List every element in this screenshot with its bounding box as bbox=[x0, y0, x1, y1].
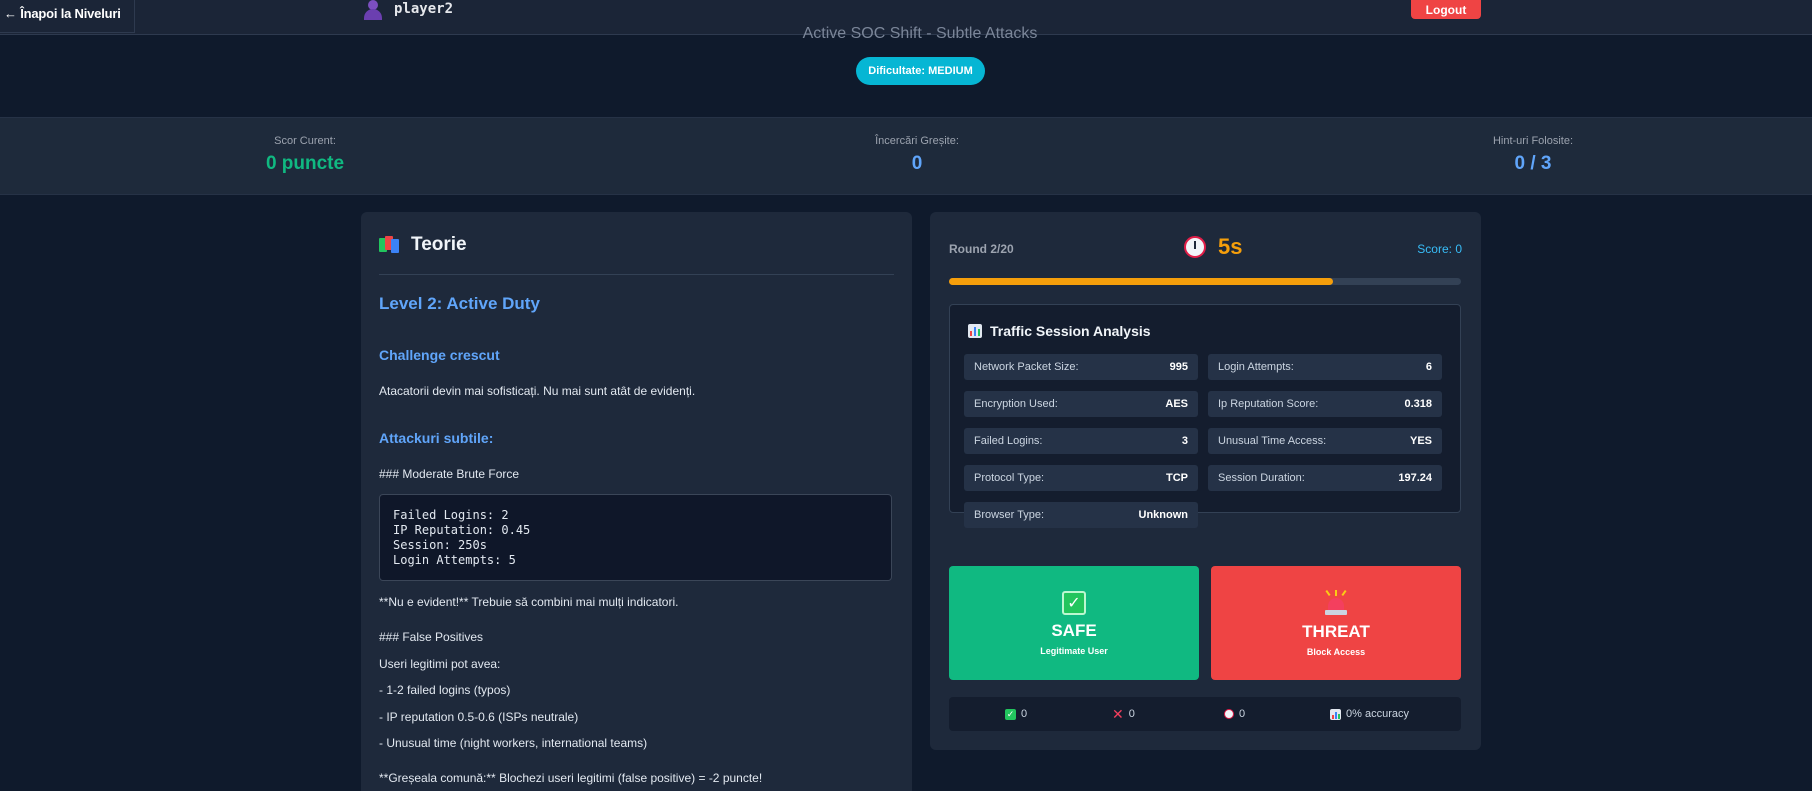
metric-unusual-time: Unusual Time Access: YES bbox=[1208, 428, 1442, 454]
metric-value: 995 bbox=[1169, 361, 1188, 373]
metric-key: Protocol Type: bbox=[974, 472, 1045, 484]
accuracy: 0% accuracy bbox=[1330, 708, 1409, 720]
stat-wrong-label: Încercări Greșite: bbox=[875, 135, 959, 147]
code-example: Failed Logins: 2 IP Reputation: 0.45 Ses… bbox=[379, 494, 892, 581]
safe-button[interactable]: ✓ SAFE Legitimate User bbox=[949, 566, 1199, 680]
stat-score-label: Scor Curent: bbox=[274, 135, 336, 147]
metric-login-attempts: Login Attempts: 6 bbox=[1208, 354, 1442, 380]
metric-ip-reputation: Ip Reputation Score: 0.318 bbox=[1208, 391, 1442, 417]
metric-key: Encryption Used: bbox=[974, 398, 1058, 410]
metric-key: Unusual Time Access: bbox=[1218, 435, 1327, 447]
wrong-count: ✕ 0 bbox=[1112, 705, 1135, 722]
list-item: - Unusual time (night workers, internati… bbox=[379, 736, 648, 750]
theory-title: Teorie bbox=[411, 234, 467, 255]
metric-value: Unknown bbox=[1138, 509, 1189, 521]
threat-button[interactable]: THREAT Block Access bbox=[1211, 566, 1461, 680]
level-heading: Level 2: Active Duty bbox=[379, 294, 540, 313]
metric-failed-logins: Failed Logins: 3 bbox=[964, 428, 1198, 454]
cross-icon: ✕ bbox=[1112, 705, 1124, 722]
back-to-levels-link[interactable]: ← Înapoi la Niveluri bbox=[4, 6, 121, 21]
stat-wrong-value: 0 bbox=[911, 153, 923, 174]
timeout-count: 0 bbox=[1224, 708, 1245, 720]
user-info: player2 bbox=[362, 0, 453, 20]
metric-value: TCP bbox=[1166, 472, 1188, 484]
stat-hints-value: 0 / 3 bbox=[1514, 153, 1552, 174]
books-icon bbox=[379, 236, 401, 254]
metric-key: Login Attempts: bbox=[1218, 361, 1294, 373]
threat-sublabel: Block Access bbox=[1306, 646, 1366, 657]
check-icon: ✓ bbox=[1062, 590, 1086, 615]
code-line: Failed Logins: 2 bbox=[393, 508, 509, 522]
traffic-analysis-box: Traffic Session Analysis Network Packet … bbox=[949, 304, 1461, 528]
theory-panel: Teorie Level 2: Active Duty Challenge cr… bbox=[361, 212, 912, 791]
metric-value: YES bbox=[1409, 435, 1432, 447]
stats-bar: Scor Curent: 0 puncte Încercări Greșite:… bbox=[0, 117, 1812, 195]
metric-session-duration: Session Duration: 197.24 bbox=[1208, 465, 1442, 491]
metric-network-packet-size: Network Packet Size: 995 bbox=[964, 354, 1198, 380]
theory-header: Teorie bbox=[379, 234, 467, 256]
not-obvious-text: **Nu e evident!** Trebuie să combini mai… bbox=[379, 595, 679, 609]
siren-icon bbox=[1323, 589, 1349, 616]
metric-value: AES bbox=[1165, 398, 1188, 410]
bar-chart-icon bbox=[968, 324, 982, 338]
round-stats-footer: ✓ 0 ✕ 0 0 0% accuracy bbox=[949, 697, 1461, 731]
metric-value: 197.24 bbox=[1398, 472, 1432, 484]
list-item: - IP reputation 0.5-0.6 (ISPs neutrale) bbox=[379, 710, 579, 724]
common-mistake-text: **Greșeala comună:** Blochezi useri legi… bbox=[379, 771, 763, 785]
theory-divider bbox=[379, 274, 894, 275]
accuracy-value: 0% accuracy bbox=[1346, 708, 1409, 720]
timer-progress-fill bbox=[949, 278, 1333, 285]
difficulty-badge: Dificultate: MEDIUM bbox=[856, 57, 985, 85]
logout-button[interactable]: Logout bbox=[1411, 0, 1481, 19]
traffic-analysis-header: Traffic Session Analysis bbox=[968, 323, 1151, 339]
game-panel: Round 2/20 5s Score: 0 Traffic Session A… bbox=[930, 212, 1481, 750]
bar-chart-icon bbox=[1330, 708, 1341, 720]
game-score: Score: 0 bbox=[1417, 242, 1462, 256]
username: player2 bbox=[394, 1, 454, 17]
code-line: IP Reputation: 0.45 bbox=[393, 523, 531, 537]
code-line: Login Attempts: 5 bbox=[393, 553, 516, 567]
wrong-count-value: 0 bbox=[1128, 708, 1135, 720]
stat-wrong: Încercări Greșite: 0 bbox=[836, 135, 998, 175]
round-counter: Round 2/20 bbox=[949, 242, 1014, 256]
metric-key: Ip Reputation Score: bbox=[1218, 398, 1319, 410]
threat-label: THREAT bbox=[1302, 621, 1370, 641]
metric-key: Session Duration: bbox=[1218, 472, 1305, 484]
stopwatch-icon bbox=[1184, 236, 1206, 258]
list-item: - 1-2 failed logins (typos) bbox=[379, 683, 511, 697]
brute-force-text: ### Moderate Brute Force bbox=[379, 467, 520, 481]
safe-label: SAFE bbox=[1051, 620, 1097, 640]
subtle-attacks-heading: Attackuri subtile: bbox=[379, 430, 494, 446]
correct-count-value: 0 bbox=[1021, 708, 1028, 720]
timer-value: 5s bbox=[1218, 234, 1243, 259]
timer-progress-bar bbox=[949, 278, 1461, 285]
metric-value: 3 bbox=[1181, 435, 1188, 447]
metric-value: 0.318 bbox=[1404, 398, 1432, 410]
traffic-analysis-title: Traffic Session Analysis bbox=[990, 323, 1151, 339]
stat-hints-label: Hint-uri Folosite: bbox=[1492, 135, 1574, 147]
metric-key: Failed Logins: bbox=[974, 435, 1043, 447]
user-avatar-icon bbox=[362, 0, 384, 20]
stat-score-value: 0 puncte bbox=[265, 153, 345, 174]
challenge-heading: Challenge crescut bbox=[379, 347, 500, 363]
metric-browser-type: Browser Type: Unknown bbox=[964, 502, 1198, 528]
stat-hints: Hint-uri Folosite: 0 / 3 bbox=[1452, 135, 1614, 175]
challenge-text: Atacatorii devin mai sofisticați. Nu mai… bbox=[379, 384, 696, 398]
metric-key: Network Packet Size: bbox=[974, 361, 1079, 373]
false-positives-text: ### False Positives bbox=[379, 630, 484, 644]
timer: 5s bbox=[1184, 234, 1242, 260]
check-icon: ✓ bbox=[1005, 708, 1016, 720]
metric-value: 6 bbox=[1425, 361, 1432, 373]
code-line: Session: 250s bbox=[393, 538, 487, 552]
metric-encryption-used: Encryption Used: AES bbox=[964, 391, 1198, 417]
safe-sublabel: Legitimate User bbox=[1040, 645, 1108, 656]
timeout-count-value: 0 bbox=[1239, 708, 1246, 720]
page-subtitle: Active SOC Shift - Subtle Attacks bbox=[802, 25, 1038, 42]
correct-count: ✓ 0 bbox=[1005, 708, 1027, 720]
metric-key: Browser Type: bbox=[974, 509, 1045, 521]
legit-users-text: Useri legitimi pot avea: bbox=[379, 657, 501, 671]
metric-protocol-type: Protocol Type: TCP bbox=[964, 465, 1198, 491]
stat-score: Scor Curent: 0 puncte bbox=[224, 135, 386, 175]
stopwatch-icon bbox=[1224, 709, 1234, 719]
